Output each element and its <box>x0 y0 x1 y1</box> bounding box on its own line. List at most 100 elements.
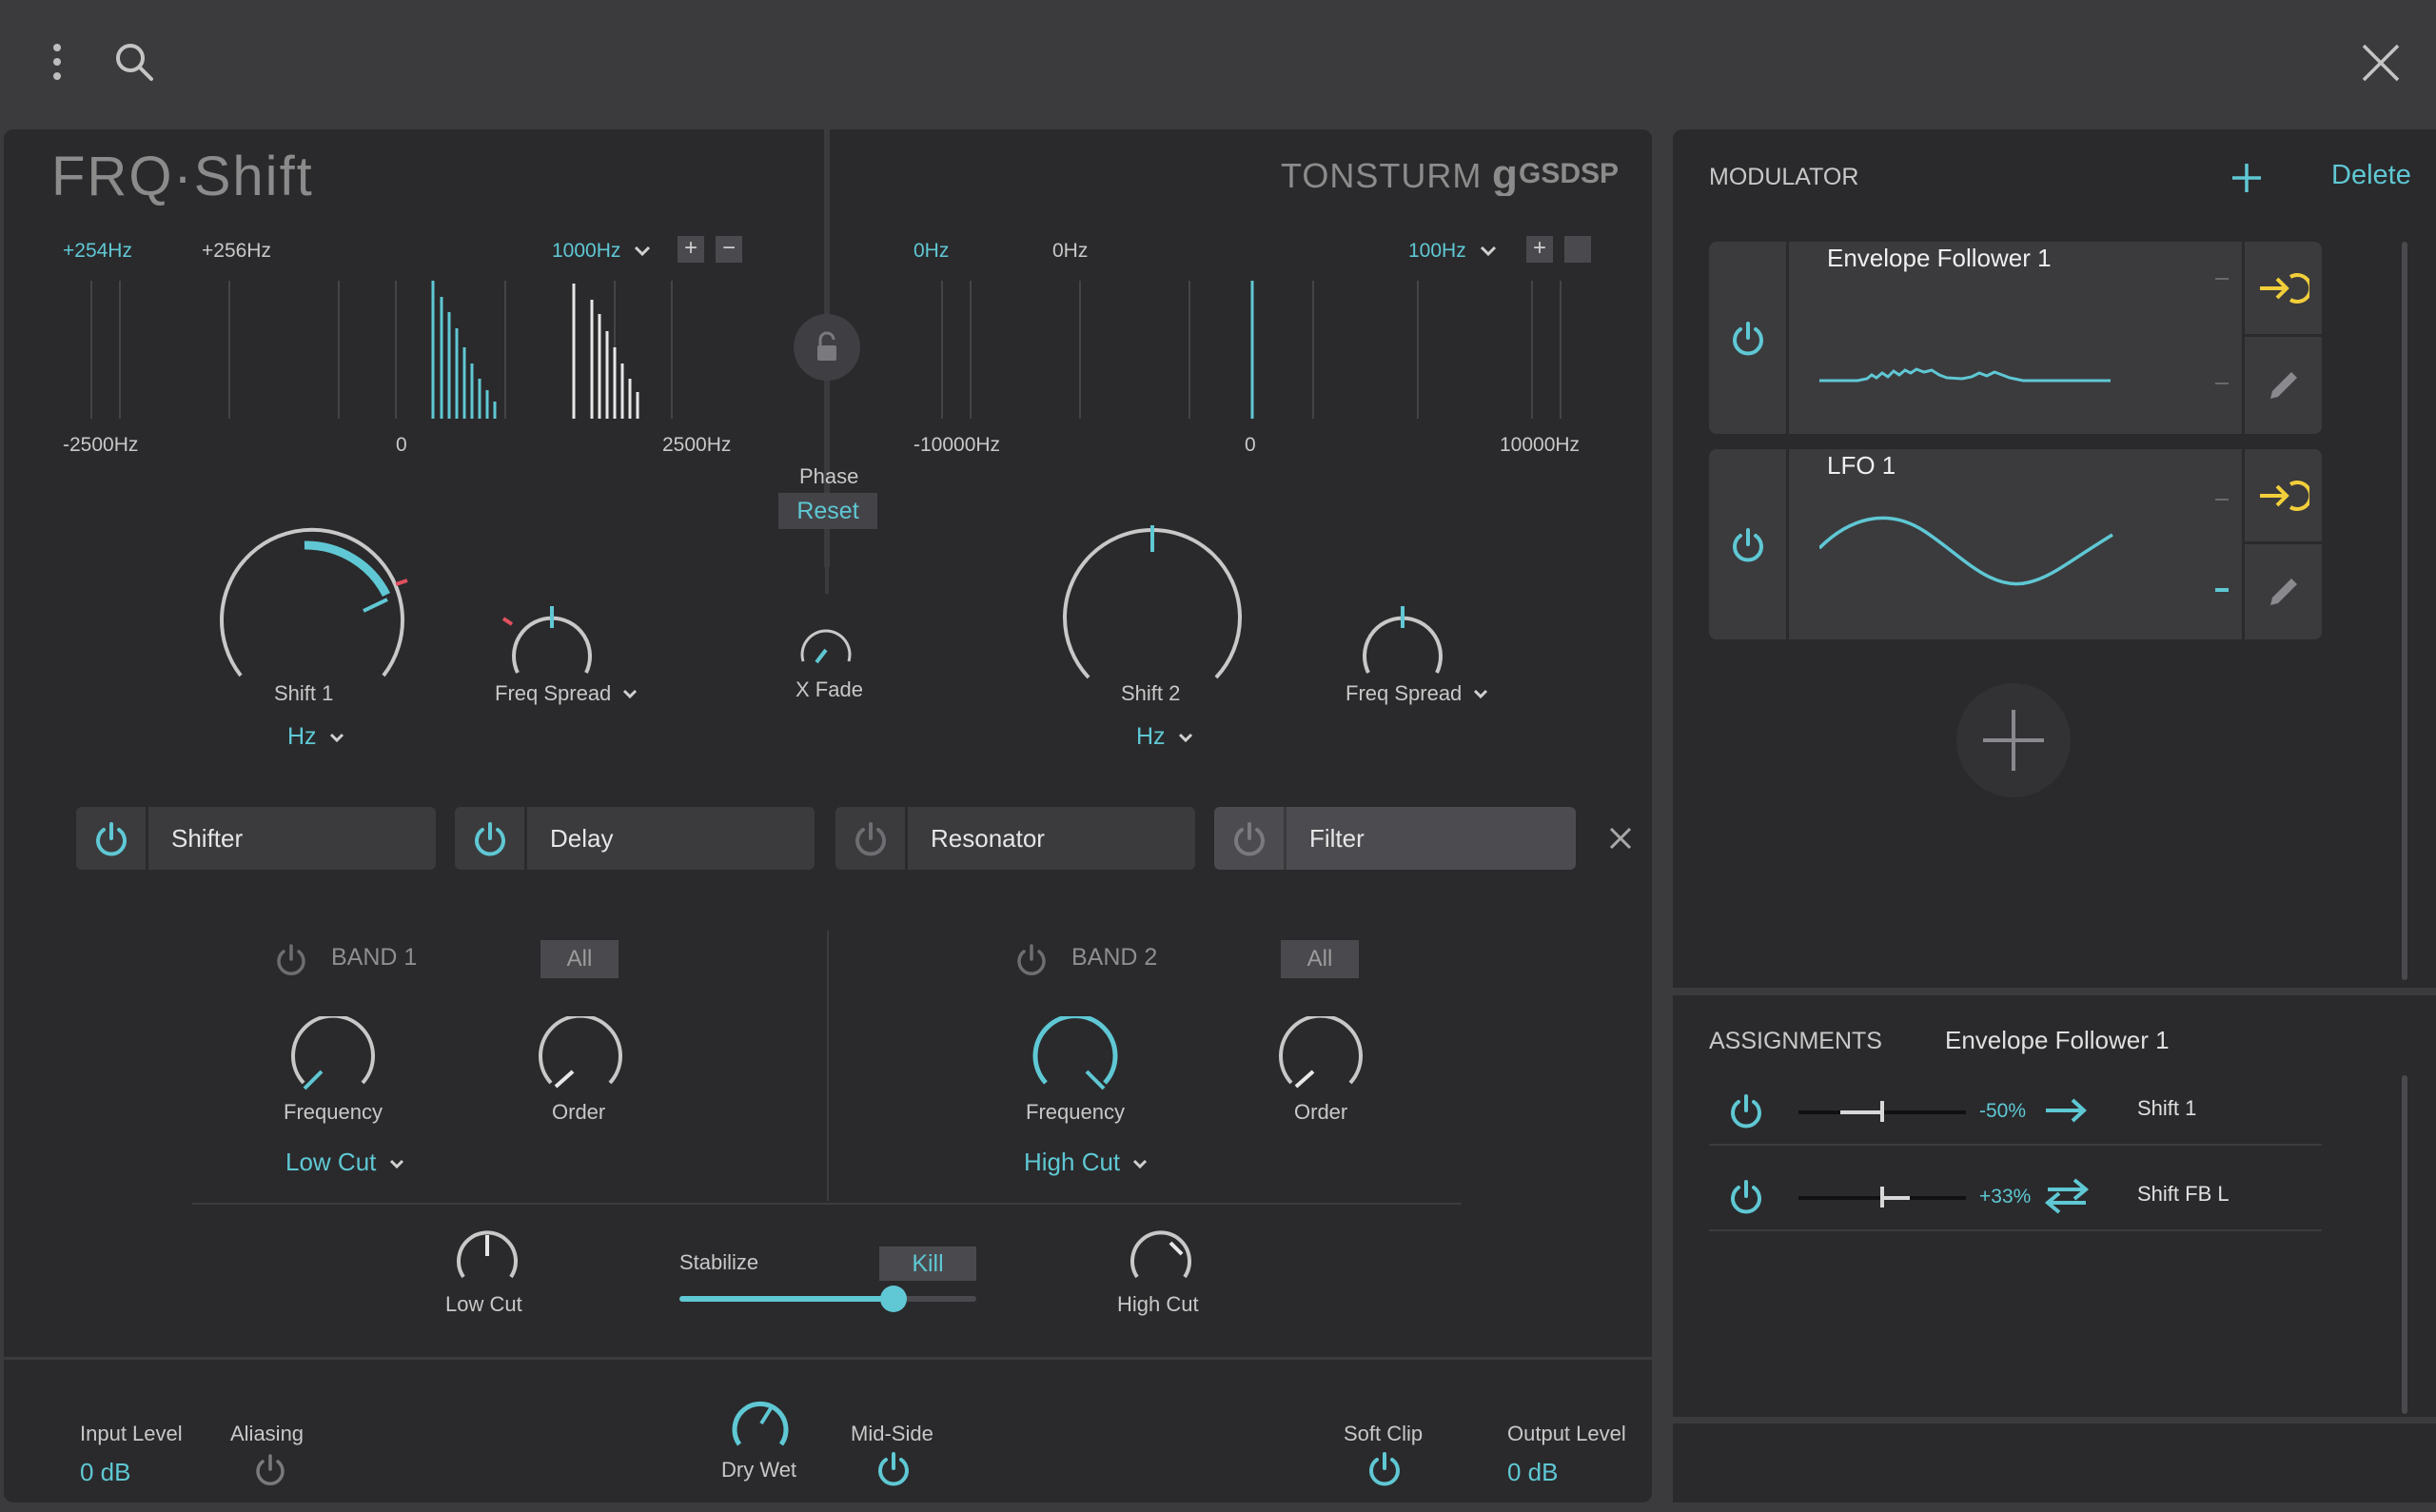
assignment-power-button[interactable] <box>1728 1178 1764 1214</box>
assignment-center-tick <box>1880 1101 1884 1122</box>
freq-spread-label: Freq Spread <box>495 681 612 705</box>
power-icon <box>1233 822 1265 856</box>
close-button[interactable] <box>2360 42 2402 84</box>
tab-delay[interactable]: Delay <box>455 807 815 870</box>
modulator-card-lfo[interactable]: LFO 1 <box>1709 449 2322 639</box>
input-level-value[interactable]: 0 dB <box>80 1458 131 1487</box>
stabilize-slider-fill <box>679 1296 894 1302</box>
band2-type-select[interactable]: High Cut <box>1024 1148 1148 1177</box>
shift1-readout-2: +256Hz <box>202 240 271 262</box>
svg-text:g: g <box>1492 152 1518 196</box>
range-select-left[interactable]: 1000Hz <box>552 240 651 263</box>
lfo-power-button[interactable] <box>1709 449 1789 639</box>
assignment-amount-slider[interactable] <box>1798 1187 1966 1208</box>
xfade-knob[interactable] <box>794 619 860 676</box>
output-level-label: Output Level <box>1507 1422 1626 1445</box>
band1-frequency-knob[interactable] <box>285 1016 381 1092</box>
zoom-out-left[interactable]: − <box>716 236 742 263</box>
envelope-assign-button[interactable] <box>2242 242 2322 337</box>
resonator-power-button[interactable] <box>835 807 908 870</box>
range-select-right[interactable]: 100Hz <box>1408 240 1497 263</box>
modulator-scrollbar[interactable] <box>2402 242 2407 980</box>
assignments-scrollbar[interactable] <box>2402 1075 2407 1414</box>
tab-shifter[interactable]: Shifter <box>76 807 436 870</box>
right-arrow-icon[interactable] <box>2044 1096 2090 1125</box>
envelope-power-button[interactable] <box>1709 242 1789 434</box>
stabilize-slider[interactable] <box>679 1286 976 1312</box>
high-cut-label: High Cut <box>1117 1292 1199 1316</box>
footer-divider <box>4 1357 1652 1360</box>
shift2-label: Shift 2 <box>1121 681 1181 705</box>
delay-power-button[interactable] <box>455 807 527 870</box>
add-modulator-button[interactable] <box>2230 162 2263 194</box>
assignment-power-button[interactable] <box>1728 1092 1764 1129</box>
shift1-knob[interactable] <box>200 504 419 685</box>
zoom-out-right[interactable] <box>1564 236 1591 263</box>
band1-title: BAND 1 <box>331 944 418 971</box>
shift2-knob[interactable] <box>1052 514 1252 685</box>
output-level-value[interactable]: 0 dB <box>1507 1458 1559 1487</box>
shift2-readout-2: 0Hz <box>1052 240 1089 262</box>
axis-right-center: 0 <box>1245 434 1256 456</box>
envelope-waveform <box>1819 367 2111 383</box>
modulator-card-envelope[interactable]: Envelope Follower 1 <box>1709 242 2322 434</box>
high-cut-knob[interactable] <box>1125 1227 1197 1285</box>
aliasing-power-button[interactable] <box>253 1452 287 1486</box>
band1-type-select[interactable]: Low Cut <box>285 1148 404 1177</box>
tab-filter[interactable]: Filter <box>1214 807 1576 870</box>
zoom-in-right[interactable]: + <box>1526 236 1553 263</box>
search-button[interactable] <box>112 40 156 84</box>
unit-value: Hz <box>1136 723 1166 750</box>
assignment-row[interactable]: -50% Shift 1 <box>1709 1075 2322 1146</box>
kill-button[interactable]: Kill <box>879 1247 976 1281</box>
modulator-title: MODULATOR <box>1709 164 1859 190</box>
stabilize-label: Stabilize <box>679 1250 759 1274</box>
spectrum-left <box>90 281 673 419</box>
menu-button[interactable] <box>38 38 76 86</box>
link-lock-button[interactable] <box>794 314 860 381</box>
lfo-range-marks-2 <box>2215 588 2229 592</box>
freq-spread-1-select[interactable]: Freq Spread <box>495 681 638 706</box>
lfo-assign-button[interactable] <box>2242 449 2322 544</box>
xfade-label: X Fade <box>796 677 863 701</box>
stabilize-slider-thumb[interactable] <box>879 1286 907 1312</box>
freq-spread-2-knob[interactable] <box>1346 595 1460 680</box>
soft-clip-power-button[interactable] <box>1366 1450 1403 1486</box>
tab-resonator[interactable]: Resonator <box>835 807 1195 870</box>
mid-side-power-button[interactable] <box>875 1450 912 1486</box>
assignment-amount-fill <box>1840 1110 1882 1114</box>
band1-order-knob[interactable] <box>533 1016 628 1092</box>
assignment-row[interactable]: +33% Shift FB L <box>1709 1161 2322 1231</box>
vendor-logo: TONSTURM <box>1281 156 1483 195</box>
band2-power-button[interactable] <box>1014 942 1049 976</box>
zoom-in-left[interactable]: + <box>678 236 704 263</box>
band1-all-button[interactable]: All <box>540 940 619 978</box>
assignments-title: ASSIGNMENTS <box>1709 1028 1882 1054</box>
close-tab-button[interactable] <box>1608 826 1633 851</box>
shift2-unit-select[interactable]: Hz <box>1136 723 1193 751</box>
phase-reset-button[interactable]: Reset <box>778 493 877 529</box>
band1-power-button[interactable] <box>274 942 308 976</box>
low-cut-knob[interactable] <box>451 1227 523 1285</box>
shifter-power-button[interactable] <box>76 807 148 870</box>
assignment-amount-slider[interactable] <box>1798 1101 1966 1122</box>
bidirectional-arrows-icon[interactable] <box>2044 1178 2090 1214</box>
add-modulator-large-button[interactable] <box>1956 683 2071 797</box>
chevron-down-icon <box>635 245 651 257</box>
gsdsp-text: GSDSP <box>1519 158 1620 189</box>
dry-wet-knob[interactable] <box>729 1397 792 1452</box>
axis-right-min: -10000Hz <box>914 434 1001 456</box>
filter-power-button[interactable] <box>1214 807 1287 870</box>
band2-frequency-knob[interactable] <box>1028 1016 1123 1092</box>
lfo-edit-button[interactable] <box>2242 544 2322 639</box>
shift1-unit-select[interactable]: Hz <box>287 723 344 751</box>
band2-all-button[interactable]: All <box>1281 940 1359 978</box>
envelope-name: Envelope Follower 1 <box>1827 244 2052 272</box>
freq-spread-1-knob[interactable] <box>495 595 609 680</box>
mid-side-label: Mid-Side <box>851 1422 933 1445</box>
delete-modulator-button[interactable]: Delete <box>2331 160 2411 191</box>
kebab-icon <box>53 44 61 80</box>
band2-order-knob[interactable] <box>1273 1016 1368 1092</box>
envelope-edit-button[interactable] <box>2242 337 2322 434</box>
freq-spread-2-select[interactable]: Freq Spread <box>1346 681 1488 706</box>
